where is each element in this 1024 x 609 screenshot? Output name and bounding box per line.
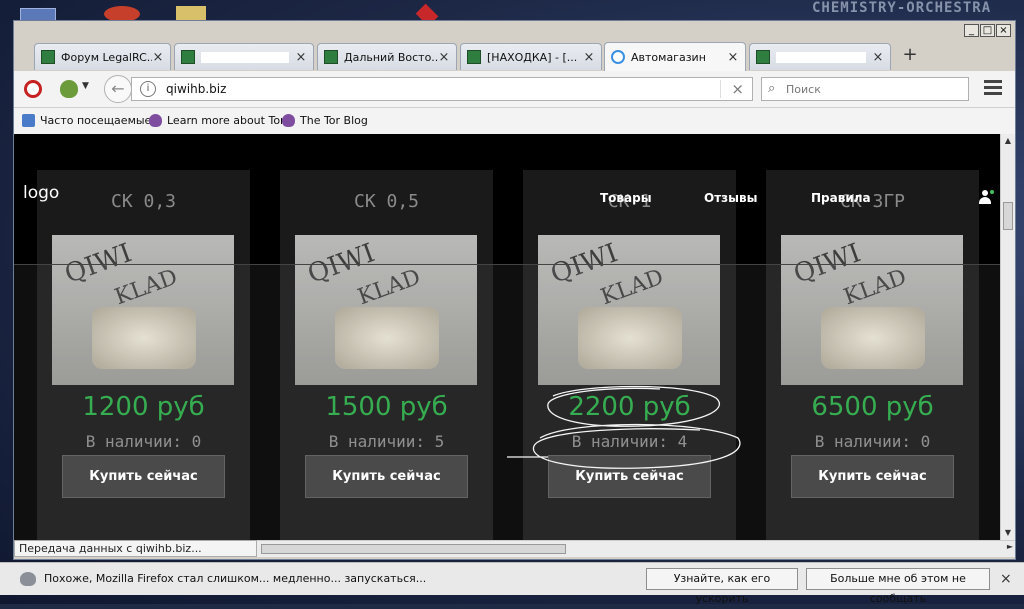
browser-window: _ □ × Форум LegalRC... × × Дальний Восто… bbox=[13, 20, 1016, 560]
tab-close-icon[interactable]: × bbox=[727, 50, 739, 65]
search-input[interactable]: ⌕ Поиск bbox=[761, 77, 969, 101]
bookmark-most-visited[interactable]: Часто посещаемые bbox=[22, 114, 151, 127]
user-icon[interactable] bbox=[978, 190, 994, 204]
favicon-icon bbox=[41, 50, 55, 64]
nav-link-rules[interactable]: Правила bbox=[811, 191, 871, 205]
tab-close-icon[interactable]: × bbox=[295, 50, 307, 65]
noscript-icon[interactable] bbox=[24, 80, 42, 98]
onion-icon bbox=[149, 114, 162, 127]
overlay-band bbox=[14, 264, 1000, 540]
tab-5[interactable]: × bbox=[749, 43, 891, 70]
folder-icon bbox=[22, 114, 35, 127]
search-placeholder: Поиск bbox=[786, 83, 821, 96]
site-logo[interactable]: logo bbox=[23, 183, 59, 203]
close-window-button[interactable]: × bbox=[996, 24, 1011, 37]
url-text[interactable]: qiwihb.biz bbox=[166, 82, 226, 96]
redacted-tab-title bbox=[201, 51, 289, 63]
tab-title: [НАХОДКА] - [... bbox=[487, 50, 578, 64]
tab-bar: Форум LegalRC... × × Дальний Восто... × … bbox=[14, 41, 1015, 71]
firefox-icon bbox=[20, 572, 36, 586]
close-icon[interactable]: × bbox=[1000, 571, 1012, 587]
tab-title: Форум LegalRC... bbox=[61, 50, 152, 64]
dont-tell-again-button[interactable]: Больше мне об этом не сообщать bbox=[806, 568, 990, 605]
tab-0[interactable]: Форум LegalRC... × bbox=[34, 43, 171, 70]
tab-2[interactable]: Дальний Восто... × bbox=[317, 43, 457, 70]
tor-onion-icon[interactable] bbox=[60, 80, 78, 98]
url-bar[interactable]: i qiwihb.biz × bbox=[131, 77, 753, 101]
notification-bar: Похоже, Mozilla Firefox стал слишком... … bbox=[0, 562, 1024, 605]
bookmark-learn-tor[interactable]: Learn more about Tor bbox=[149, 114, 285, 127]
vertical-scrollbar[interactable]: ▲ ▼ bbox=[1000, 134, 1015, 540]
bookmark-label: The Tor Blog bbox=[300, 114, 368, 127]
favicon-icon bbox=[467, 50, 481, 64]
notification-text: Похоже, Mozilla Firefox стал слишком... … bbox=[44, 572, 427, 585]
bookmark-label: Learn more about Tor bbox=[167, 114, 285, 127]
tab-close-icon[interactable]: × bbox=[583, 50, 595, 65]
horizontal-scrollbar[interactable]: ► bbox=[257, 540, 1015, 557]
hamburger-menu-icon[interactable] bbox=[984, 80, 1002, 98]
redacted-tab-title bbox=[776, 51, 866, 63]
desktop-watermark: CHEMISTRY-ORCHESTRA bbox=[812, 0, 992, 16]
status-text: Передача данных с qiwihb.biz... bbox=[14, 540, 257, 557]
page-viewport: СК 0,3 QIWI KLAD 1200 руб В наличии: 0 К… bbox=[14, 134, 1000, 540]
tab-title: Дальний Восто... bbox=[344, 50, 438, 64]
maximize-button[interactable]: □ bbox=[980, 24, 995, 37]
tab-title: Автомагазин bbox=[631, 50, 706, 64]
loading-spinner-icon bbox=[611, 50, 625, 64]
new-tab-button[interactable]: + bbox=[898, 45, 922, 67]
navigation-toolbar: ▼ ← i qiwihb.biz × ⌕ Поиск bbox=[14, 71, 1015, 108]
nav-link-products[interactable]: Товары bbox=[600, 191, 652, 205]
product-title: СК 0,3 bbox=[110, 191, 177, 212]
scroll-right-arrow-icon[interactable]: ► bbox=[1007, 542, 1013, 551]
onion-icon bbox=[282, 114, 295, 127]
search-icon: ⌕ bbox=[768, 81, 776, 96]
tab-close-icon[interactable]: × bbox=[152, 50, 164, 65]
back-button[interactable]: ← bbox=[104, 75, 132, 103]
scroll-up-arrow-icon[interactable]: ▲ bbox=[1001, 134, 1015, 148]
favicon-icon bbox=[324, 50, 338, 64]
minimize-button[interactable]: _ bbox=[964, 24, 979, 37]
product-title: СК 3ГР bbox=[839, 191, 906, 212]
tab-close-icon[interactable]: × bbox=[438, 50, 450, 65]
tab-active[interactable]: Автомагазин × bbox=[604, 42, 746, 71]
scroll-down-arrow-icon[interactable]: ▼ bbox=[1001, 526, 1015, 540]
bookmarks-toolbar: Часто посещаемые Learn more about Tor Th… bbox=[14, 108, 1015, 135]
product-title: СК 0,5 bbox=[353, 191, 420, 212]
speed-up-button[interactable]: Узнайте, как его ускорить bbox=[646, 568, 798, 605]
chevron-down-icon[interactable]: ▼ bbox=[82, 81, 89, 91]
info-icon[interactable]: i bbox=[140, 81, 156, 97]
scrollbar-thumb[interactable] bbox=[1003, 202, 1013, 230]
favicon-icon bbox=[756, 50, 770, 64]
tab-close-icon[interactable]: × bbox=[872, 50, 884, 65]
window-controls: _ □ × bbox=[964, 24, 1011, 37]
tab-1[interactable]: × bbox=[174, 43, 314, 70]
nav-link-reviews[interactable]: Отзывы bbox=[704, 191, 757, 205]
clear-url-icon[interactable]: × bbox=[720, 80, 744, 98]
bookmark-label: Часто посещаемые bbox=[40, 114, 152, 127]
favicon-icon bbox=[181, 50, 195, 64]
scrollbar-thumb[interactable] bbox=[261, 544, 566, 554]
bookmark-tor-blog[interactable]: The Tor Blog bbox=[282, 114, 368, 127]
tab-3[interactable]: [НАХОДКА] - [... × bbox=[460, 43, 602, 70]
